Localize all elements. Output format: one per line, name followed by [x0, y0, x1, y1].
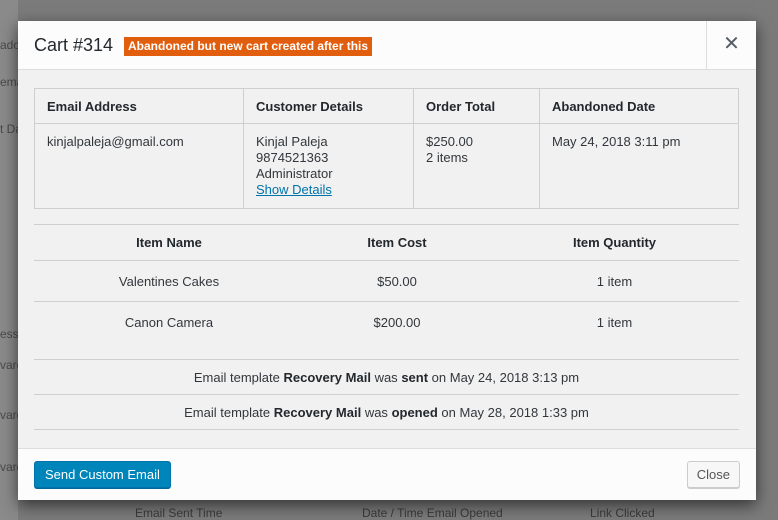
log-action: opened	[391, 405, 438, 420]
log-action: sent	[401, 370, 429, 385]
order-item-count: 2 items	[426, 150, 468, 165]
template-name: Recovery Mail	[283, 370, 371, 385]
column-header: Item Quantity	[490, 224, 739, 261]
log-text: was	[364, 405, 388, 420]
cart-status-badge: Abandoned but new cart created after thi…	[124, 37, 373, 56]
item-quantity: 1 item	[596, 314, 633, 330]
column-header: Order Total	[413, 88, 540, 124]
abandoned-date: May 24, 2018 3:11 pm	[552, 134, 681, 149]
table-row: Canon Camera $200.00 1 item	[34, 302, 739, 343]
order-total-cell: $250.00 2 items	[413, 123, 540, 209]
item-name: Canon Camera	[124, 314, 214, 330]
email-address-cell: kinjalpaleja@gmail.com	[34, 123, 244, 209]
column-header: Item Cost	[304, 224, 490, 261]
column-header: Customer Details	[243, 88, 414, 124]
background-col-header: Email Sent Time	[135, 506, 223, 520]
log-text: was	[374, 370, 398, 385]
log-text: Email template	[193, 370, 280, 385]
background-col-header: Date / Time Email Opened	[362, 506, 503, 520]
email-activity-log: Email template Recovery Mail was sent on…	[34, 359, 739, 430]
log-timestamp: on May 28, 2018 1:33 pm	[441, 405, 589, 420]
close-icon[interactable]: ✕	[706, 21, 756, 70]
email-log-entry: Email template Recovery Mail was opened …	[34, 394, 739, 430]
cart-details-table: Email Address Customer Details Order Tot…	[34, 88, 739, 209]
item-quantity: 1 item	[490, 260, 739, 302]
close-button[interactable]: Close	[686, 461, 740, 488]
customer-details-cell: Kinjal Paleja 9874521363 Administrator S…	[243, 123, 414, 209]
modal-header: Cart #314 Abandoned but new cart created…	[18, 21, 756, 70]
template-name: Recovery Mail	[273, 405, 362, 420]
column-header: Email Address	[34, 88, 244, 124]
column-header: Item Name	[34, 224, 304, 261]
item-cost: $50.00	[304, 260, 490, 302]
customer-phone: 9874521363	[256, 150, 329, 165]
log-text: Email template	[184, 405, 271, 420]
log-timestamp: on May 24, 2018 3:13 pm	[431, 370, 580, 385]
customer-role: Administrator	[256, 166, 333, 181]
email-address: kinjalpaleja@gmail.com	[47, 134, 184, 149]
cart-details-modal: Cart #314 Abandoned but new cart created…	[18, 21, 756, 500]
item-name: Valentines Cakes	[34, 260, 304, 302]
order-total: $250.00	[426, 134, 473, 149]
show-details-link[interactable]: Show Details	[256, 182, 401, 198]
table-row: Valentines Cakes $50.00 1 item	[34, 260, 739, 302]
background-col-header: Link Clicked	[590, 506, 655, 520]
background-text: ess	[0, 327, 19, 341]
cart-items-table: Item Name Item Cost Item Quantity Valent…	[34, 224, 739, 343]
item-cost: $200.00	[373, 314, 421, 330]
email-log-entry: Email template Recovery Mail was sent on…	[34, 359, 739, 394]
background-table-header: Email Sent Time Date / Time Email Opened…	[130, 506, 778, 520]
send-custom-email-button[interactable]: Send Custom Email	[34, 461, 171, 488]
column-header: Abandoned Date	[539, 88, 739, 124]
modal-footer: Send Custom Email Close	[18, 448, 756, 500]
abandoned-date-cell: May 24, 2018 3:11 pm	[539, 123, 739, 209]
customer-name: Kinjal Paleja	[256, 134, 328, 149]
modal-title: Cart #314	[34, 35, 114, 55]
